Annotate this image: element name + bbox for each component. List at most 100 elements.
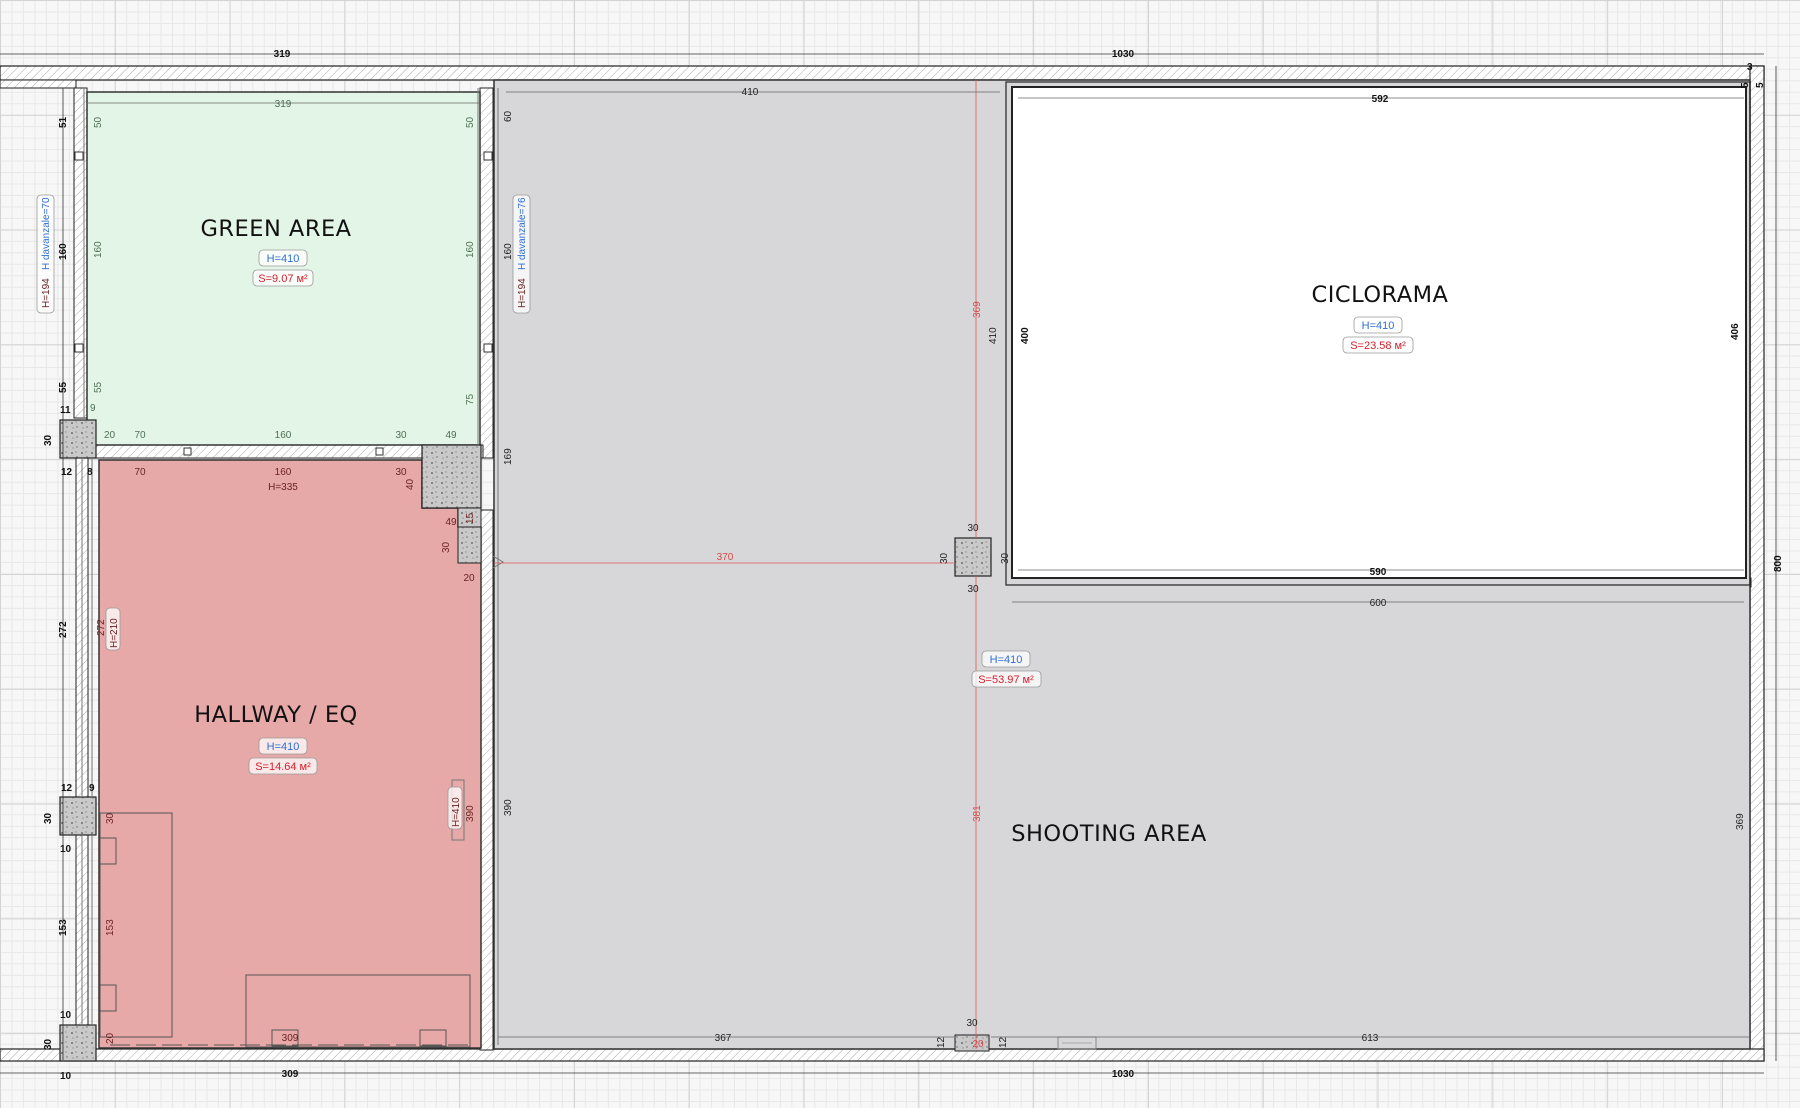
dim-label: 319 bbox=[274, 49, 291, 60]
dim-label: 55 bbox=[93, 381, 104, 393]
dim-label: 406 bbox=[1730, 323, 1741, 340]
dim-label: 30 bbox=[967, 584, 979, 595]
dim-label: 20 bbox=[104, 430, 116, 441]
room-height-tag: H=410 bbox=[267, 253, 300, 265]
dim-label: 75 bbox=[465, 393, 476, 405]
dim-label: 319 bbox=[275, 99, 292, 110]
room-area-tag: S=9.07 м² bbox=[258, 273, 308, 285]
dim-label: H=210 bbox=[109, 618, 120, 648]
dim-label: 367 bbox=[715, 1033, 732, 1044]
dim-label: 70 bbox=[134, 430, 146, 441]
dim-label: 160 bbox=[93, 241, 104, 258]
dim-label: 10 bbox=[60, 1010, 72, 1021]
dim-label: 272 bbox=[96, 619, 107, 636]
dim-label: 160 bbox=[58, 243, 69, 260]
room-name: CICLORAMA bbox=[1312, 282, 1449, 308]
dim-label: 1030 bbox=[1112, 1069, 1135, 1080]
dim-label: 20 bbox=[972, 1039, 984, 1050]
dim-label: 30 bbox=[1000, 552, 1011, 564]
room-area-tag: S=53.97 м² bbox=[978, 674, 1034, 686]
dim-label: 160 bbox=[275, 430, 292, 441]
dim-label: 5 bbox=[1740, 82, 1751, 88]
dim-label: 369 bbox=[972, 301, 983, 318]
dim-label: 40 bbox=[405, 478, 416, 490]
room-height-tag: H=410 bbox=[990, 654, 1023, 666]
column-center bbox=[954, 537, 992, 577]
dim-label: 9 bbox=[89, 783, 95, 794]
dim-label: 30 bbox=[967, 523, 979, 534]
dim-label: 160 bbox=[275, 467, 292, 478]
dim-label: 5 bbox=[1755, 82, 1766, 88]
dim-label: 153 bbox=[105, 919, 116, 936]
window-marker bbox=[74, 151, 84, 161]
dim-label: 272 bbox=[58, 621, 69, 638]
floor-plan: GREEN AREA H=410 S=9.07 м² CICLORAMA H=4… bbox=[0, 49, 1784, 1082]
dim-label: 30 bbox=[43, 1038, 54, 1050]
dim-label: 8 bbox=[87, 467, 93, 478]
room-height-tag: H=410 bbox=[1362, 320, 1395, 332]
dim-label: 3 bbox=[1747, 62, 1753, 73]
dim-label: 20 bbox=[463, 573, 475, 584]
dim-label: 11 bbox=[60, 405, 71, 416]
room-green-area[interactable] bbox=[86, 91, 481, 446]
dim-label: 30 bbox=[43, 434, 54, 446]
dim-label: 51 bbox=[58, 116, 69, 128]
room-area-tag: S=14.64 м² bbox=[255, 761, 311, 773]
wall-green-right bbox=[479, 87, 494, 459]
dim-label: 613 bbox=[1362, 1033, 1379, 1044]
dim-label: 50 bbox=[465, 116, 476, 128]
dim-label: 169 bbox=[503, 448, 514, 465]
wall-top bbox=[0, 65, 1765, 81]
dim-label: 50 bbox=[93, 116, 104, 128]
wall-hall-right bbox=[479, 509, 494, 1051]
column-left-bottom bbox=[59, 1024, 97, 1062]
window-height-label: H=194 bbox=[517, 278, 528, 308]
dim-label: 30 bbox=[395, 467, 407, 478]
room-area-tag: S=23.58 м² bbox=[1350, 340, 1406, 352]
dim-label: 390 bbox=[465, 805, 476, 822]
dim-label: 12 bbox=[936, 1036, 947, 1048]
dim-label: 160 bbox=[503, 243, 514, 260]
dim-label: 49 bbox=[445, 517, 457, 528]
wall-right bbox=[1749, 65, 1765, 1062]
window-marker bbox=[483, 343, 493, 353]
dim-label: 20 bbox=[105, 1032, 116, 1044]
dim-label: 800 bbox=[1773, 555, 1784, 572]
dim-label: 49 bbox=[445, 430, 457, 441]
dim-label: 30 bbox=[966, 1018, 978, 1029]
wall-left-upper bbox=[0, 79, 77, 89]
dim-label: 12 bbox=[61, 783, 73, 794]
dim-label: 590 bbox=[1370, 567, 1387, 578]
window-sill-label: H davanzale=70 bbox=[41, 197, 52, 270]
dim-label: 410 bbox=[742, 87, 759, 98]
dim-label: 10 bbox=[60, 844, 72, 855]
dim-label: 30 bbox=[43, 812, 54, 824]
dim-label: 60 bbox=[503, 110, 514, 122]
dim-label: 369 bbox=[1735, 813, 1746, 830]
dim-label: 1030 bbox=[1112, 49, 1135, 60]
dim-label: 309 bbox=[282, 1069, 299, 1080]
door-marker bbox=[183, 447, 192, 456]
dim-label: 381 bbox=[972, 805, 983, 822]
dim-label: 600 bbox=[1370, 598, 1387, 609]
dim-label: 592 bbox=[1372, 94, 1389, 105]
dim-label: 30 bbox=[441, 541, 452, 553]
dim-label: 153 bbox=[58, 919, 69, 936]
dim-label: 30 bbox=[105, 812, 116, 824]
window-marker bbox=[483, 151, 493, 161]
dim-label: 10 bbox=[60, 1071, 72, 1082]
column-left-mid bbox=[59, 796, 97, 836]
dim-label: H=410 bbox=[451, 797, 462, 827]
dim-label: 15 bbox=[465, 512, 476, 524]
window-height-label: H=194 bbox=[41, 278, 52, 308]
window-sill-label: H davanzale=76 bbox=[517, 197, 528, 270]
window-marker bbox=[74, 343, 84, 353]
wall-left bbox=[73, 87, 88, 419]
dim-label: 70 bbox=[134, 467, 146, 478]
dim-label: 9 bbox=[90, 403, 96, 414]
room-name: GREEN AREA bbox=[200, 216, 351, 242]
room-height-tag: H=410 bbox=[267, 741, 300, 753]
dim-label: 30 bbox=[939, 552, 950, 564]
dim-label: 55 bbox=[58, 381, 69, 393]
dim-label: 410 bbox=[988, 327, 999, 344]
